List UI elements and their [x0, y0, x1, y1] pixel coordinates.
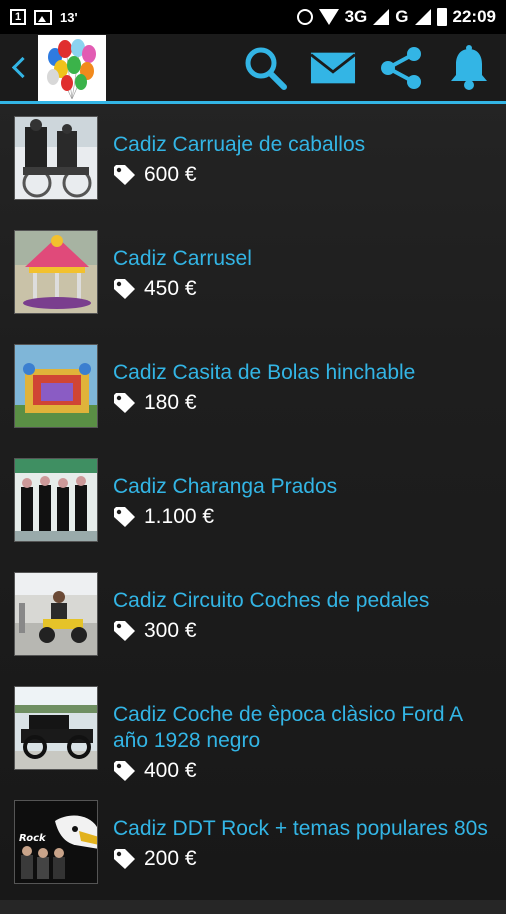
thumbnail-vintage-car	[14, 686, 98, 770]
mail-button[interactable]	[310, 45, 356, 91]
item-price: 180 €	[144, 391, 197, 414]
share-button[interactable]	[378, 45, 424, 91]
thumbnail-rock-band: Rock	[14, 800, 98, 884]
price-tag-icon	[114, 165, 135, 185]
listing-list: Cadiz Carruaje de caballos 600 € Cadiz C…	[0, 104, 506, 914]
item-price: 600 €	[144, 163, 197, 186]
item-price: 200 €	[144, 847, 197, 870]
price-tag-icon	[114, 621, 135, 641]
price-tag-icon	[114, 849, 135, 869]
price-tag-icon	[114, 507, 135, 527]
share-icon	[381, 46, 421, 89]
item-title[interactable]: Cadiz Casita de Bolas hinchable	[113, 360, 494, 386]
list-item[interactable]: Cadiz Casita de Bolas hinchable 180 €	[0, 344, 506, 458]
item-price: 1.100 €	[144, 505, 215, 528]
image-notification-icon	[34, 9, 52, 25]
thumbnail-carousel	[14, 230, 98, 314]
thumbnail-band	[14, 458, 98, 542]
item-price: 400 €	[144, 759, 197, 782]
battery-icon	[436, 8, 447, 26]
clock: 22:09	[452, 7, 496, 26]
item-price: 300 €	[144, 619, 197, 642]
item-title[interactable]: Cadiz Carruaje de caballos	[113, 132, 494, 158]
signal-icon	[373, 9, 390, 25]
network-3g-label: 3G	[344, 7, 368, 26]
item-title[interactable]: Cadiz Circuito Coches de pedales	[113, 588, 494, 614]
item-price: 450 €	[144, 277, 197, 300]
item-title[interactable]: Cadiz Carrusel	[113, 246, 494, 272]
list-item[interactable]: Cadiz Circuito Coches de pedales 300 €	[0, 572, 506, 686]
back-button[interactable]	[0, 56, 36, 79]
price-tag-icon	[114, 761, 135, 781]
alarm-icon	[296, 9, 313, 25]
item-title[interactable]: Cadiz DDT Rock + temas populares 80s	[113, 816, 494, 842]
app-logo[interactable]	[38, 34, 106, 101]
price-tag-icon	[114, 279, 135, 299]
mail-icon	[310, 52, 356, 83]
list-item[interactable]: Rock Cadiz DDT Rock + temas populares 80…	[0, 800, 506, 914]
signal-icon-2	[414, 9, 431, 25]
price-tag-icon	[114, 393, 135, 413]
app-bar	[0, 34, 506, 104]
bell-icon	[451, 44, 487, 90]
chevron-left-icon	[11, 56, 33, 79]
list-item[interactable]: Cadiz Carruaje de caballos 600 €	[0, 116, 506, 230]
status-bar: 1 13' 3G G 22:09	[0, 0, 506, 34]
list-item[interactable]: Cadiz Coche de època clàsico Ford A año …	[0, 686, 506, 800]
item-title[interactable]: Cadiz Charanga Prados	[113, 474, 494, 500]
balloons-logo-icon	[47, 38, 96, 99]
notifications-button[interactable]	[446, 44, 492, 91]
list-item[interactable]: Cadiz Charanga Prados 1.100 €	[0, 458, 506, 572]
thumbnail-rock-label: Rock	[19, 833, 47, 844]
thumbnail-carriage	[14, 116, 98, 200]
thumbnail-bouncy-house	[14, 344, 98, 428]
network-g-label: G	[395, 7, 409, 26]
thumbnail-pedal-cars	[14, 572, 98, 656]
list-item[interactable]: Cadiz Carrusel 450 €	[0, 230, 506, 344]
temperature: 13'	[60, 9, 78, 25]
item-title[interactable]: Cadiz Coche de època clàsico Ford A año …	[113, 702, 494, 754]
wifi-icon	[318, 9, 339, 25]
search-button[interactable]	[242, 45, 288, 91]
search-icon	[245, 47, 287, 90]
notification-icon: 1	[10, 9, 26, 25]
